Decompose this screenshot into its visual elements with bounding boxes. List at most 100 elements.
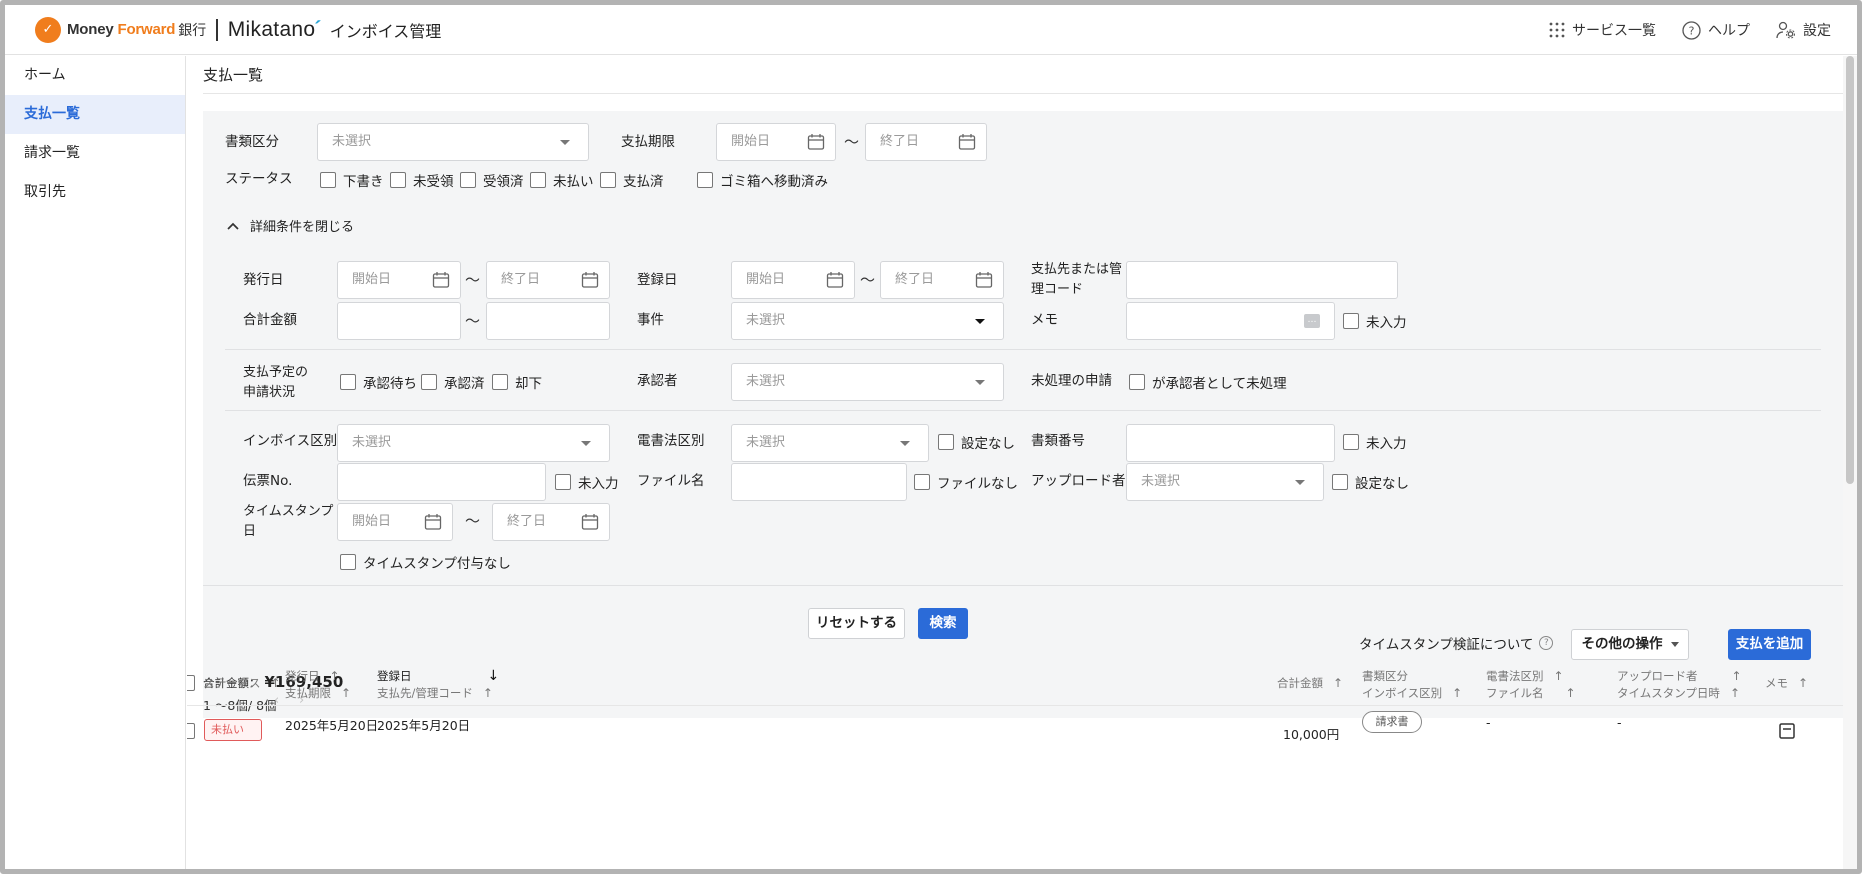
issue-start-field[interactable]: 開始日 [337,261,461,299]
scrollbar-thumb[interactable] [1846,56,1854,484]
approval-approved-checkbox[interactable]: 承認済 [421,372,485,392]
no-file-checkbox[interactable]: ファイルなし [914,472,1018,492]
register-end-field[interactable]: 終了日 [880,261,1004,299]
help-icon[interactable]: ? [1539,636,1554,650]
approver-select[interactable]: 未選択 [731,363,1004,401]
select-all-checkbox[interactable] [187,675,195,691]
sidebar-item-payments[interactable]: 支払一覧 [5,95,185,134]
checkbox-box[interactable] [390,172,406,188]
approval-pending-checkbox[interactable]: 承認待ち [340,372,417,392]
ebook-no-setting-checkbox[interactable]: 設定なし [938,432,1015,452]
checkbox-box[interactable] [1343,313,1359,329]
checkbox-box[interactable] [1129,374,1145,390]
issue-end-field[interactable]: 終了日 [486,261,610,299]
sort-arrow-icon[interactable]: ↑ [483,686,493,700]
ebook-type-select[interactable]: 未選択 [731,424,929,462]
sort-arrow-icon[interactable]: ↑ [1732,669,1742,683]
checkbox-box[interactable] [697,172,713,188]
col-dates[interactable]: 発行日 ↑ 支払期限 ↑ [285,668,351,702]
sort-arrow-icon[interactable]: ↑ [271,676,281,690]
row-checkbox[interactable] [187,723,195,739]
uploader-select[interactable]: 未選択 [1126,463,1324,501]
other-actions-button[interactable]: その他の操作 [1571,629,1689,660]
memo-input[interactable]: … [1126,302,1335,340]
sort-arrow-icon[interactable]: ↓ [488,668,500,684]
col-memo[interactable]: メモ ↑ [1765,675,1808,692]
due-end-field[interactable]: 終了日 [865,123,987,161]
sort-arrow-icon[interactable]: ↑ [341,686,351,700]
col-ebook[interactable]: 電書法区別 ↑ ファイル名 ↑ [1486,668,1576,702]
checkbox-box[interactable] [1332,474,1348,490]
checkbox-box[interactable] [600,172,616,188]
reset-button[interactable]: リセットする [808,608,905,639]
calendar-icon[interactable] [432,271,450,289]
uploader-no-setting-checkbox[interactable]: 設定なし [1332,472,1409,492]
memo-not-input-checkbox[interactable]: 未入力 [1343,311,1407,331]
sidebar-item-home[interactable]: ホーム [5,56,185,95]
status-unreceived-checkbox[interactable]: 未受領 [390,170,454,190]
sidebar-item-partners[interactable]: 取引先 [5,173,185,212]
status-received-checkbox[interactable]: 受領済 [460,170,524,190]
calendar-icon[interactable] [958,133,976,151]
doc-type-select[interactable]: 未選択 [317,123,589,161]
calendar-icon[interactable] [581,271,599,289]
no-timestamp-checkbox[interactable]: タイムスタンプ付与なし [340,552,511,572]
status-unpaid-checkbox[interactable]: 未払い [530,170,594,190]
sort-arrow-icon[interactable]: ↑ [1730,686,1740,700]
sort-arrow-icon[interactable]: ↑ [1798,676,1808,690]
due-start-field[interactable]: 開始日 [716,123,836,161]
col-amount[interactable]: 合計金額 ↑ [1277,675,1343,692]
scrollbar[interactable] [1843,56,1857,869]
detail-toggle[interactable]: 詳細条件を閉じる [227,216,354,235]
search-button[interactable]: 検索 [918,608,968,639]
status-paid-checkbox[interactable]: 支払済 [600,170,664,190]
checkbox-box[interactable] [555,474,571,490]
checkbox-box[interactable] [938,434,954,450]
status-draft-checkbox[interactable]: 下書き [320,170,384,190]
sort-arrow-icon[interactable]: ↑ [330,669,340,683]
calendar-icon[interactable] [826,271,844,289]
timestamp-end-field[interactable]: 終了日 [492,503,610,541]
col-doc-type[interactable]: 書類区分 インボイス区別 ↑ [1362,668,1462,702]
pending-approver-checkbox[interactable]: が承認者として未処理 [1129,372,1287,392]
calendar-icon[interactable] [581,513,599,531]
sidebar-item-invoices[interactable]: 請求一覧 [5,134,185,173]
slip-not-input-checkbox[interactable]: 未入力 [555,472,619,492]
sort-arrow-icon[interactable]: ↑ [1566,686,1576,700]
settings-menu[interactable]: 設定 [1776,20,1831,40]
checkbox-box[interactable] [460,172,476,188]
memo-icon[interactable] [1779,723,1795,739]
checkbox-box[interactable] [492,374,508,390]
doc-number-not-input-checkbox[interactable]: 未入力 [1343,432,1407,452]
checkbox-box[interactable] [530,172,546,188]
col-register[interactable]: 登録日 ↓ 支払先/管理コード ↑ [377,668,499,702]
services-menu[interactable]: サービス一覧 [1549,20,1656,40]
filename-input[interactable] [731,463,907,501]
calendar-icon[interactable] [807,133,825,151]
invoice-type-select[interactable]: 未選択 [337,424,610,462]
sort-arrow-icon[interactable]: ↑ [1452,686,1462,700]
col-uploader[interactable]: アップロード者 ↑ タイムスタンプ日時 ↑ [1617,668,1742,702]
checkbox-box[interactable] [914,474,930,490]
col-status[interactable]: ステータス ↑ [203,675,281,692]
timestamp-start-field[interactable]: 開始日 [337,503,453,541]
checkbox-box[interactable] [320,172,336,188]
slip-no-input[interactable] [337,463,546,501]
approval-rejected-checkbox[interactable]: 却下 [492,372,542,392]
checkbox-box[interactable] [1343,434,1359,450]
checkbox-box[interactable] [421,374,437,390]
memo-icon[interactable]: … [1304,314,1320,328]
register-start-field[interactable]: 開始日 [731,261,855,299]
checkbox-box[interactable] [340,554,356,570]
amount-max-input[interactable] [486,302,610,340]
timestamp-verify-link[interactable]: タイムスタンプ検証について ? [1359,633,1554,653]
sort-arrow-icon[interactable]: ↑ [1554,669,1564,683]
payee-input[interactable] [1126,261,1398,299]
checkbox-box[interactable] [340,374,356,390]
calendar-icon[interactable] [975,271,993,289]
doc-number-input[interactable] [1126,424,1335,462]
amount-min-input[interactable] [337,302,461,340]
sort-arrow-icon[interactable]: ↑ [1333,676,1343,690]
calendar-icon[interactable] [424,513,442,531]
brand-logo[interactable]: ✓ Money Forward 銀行 Mikatano´ インボイス管理 [35,16,441,43]
